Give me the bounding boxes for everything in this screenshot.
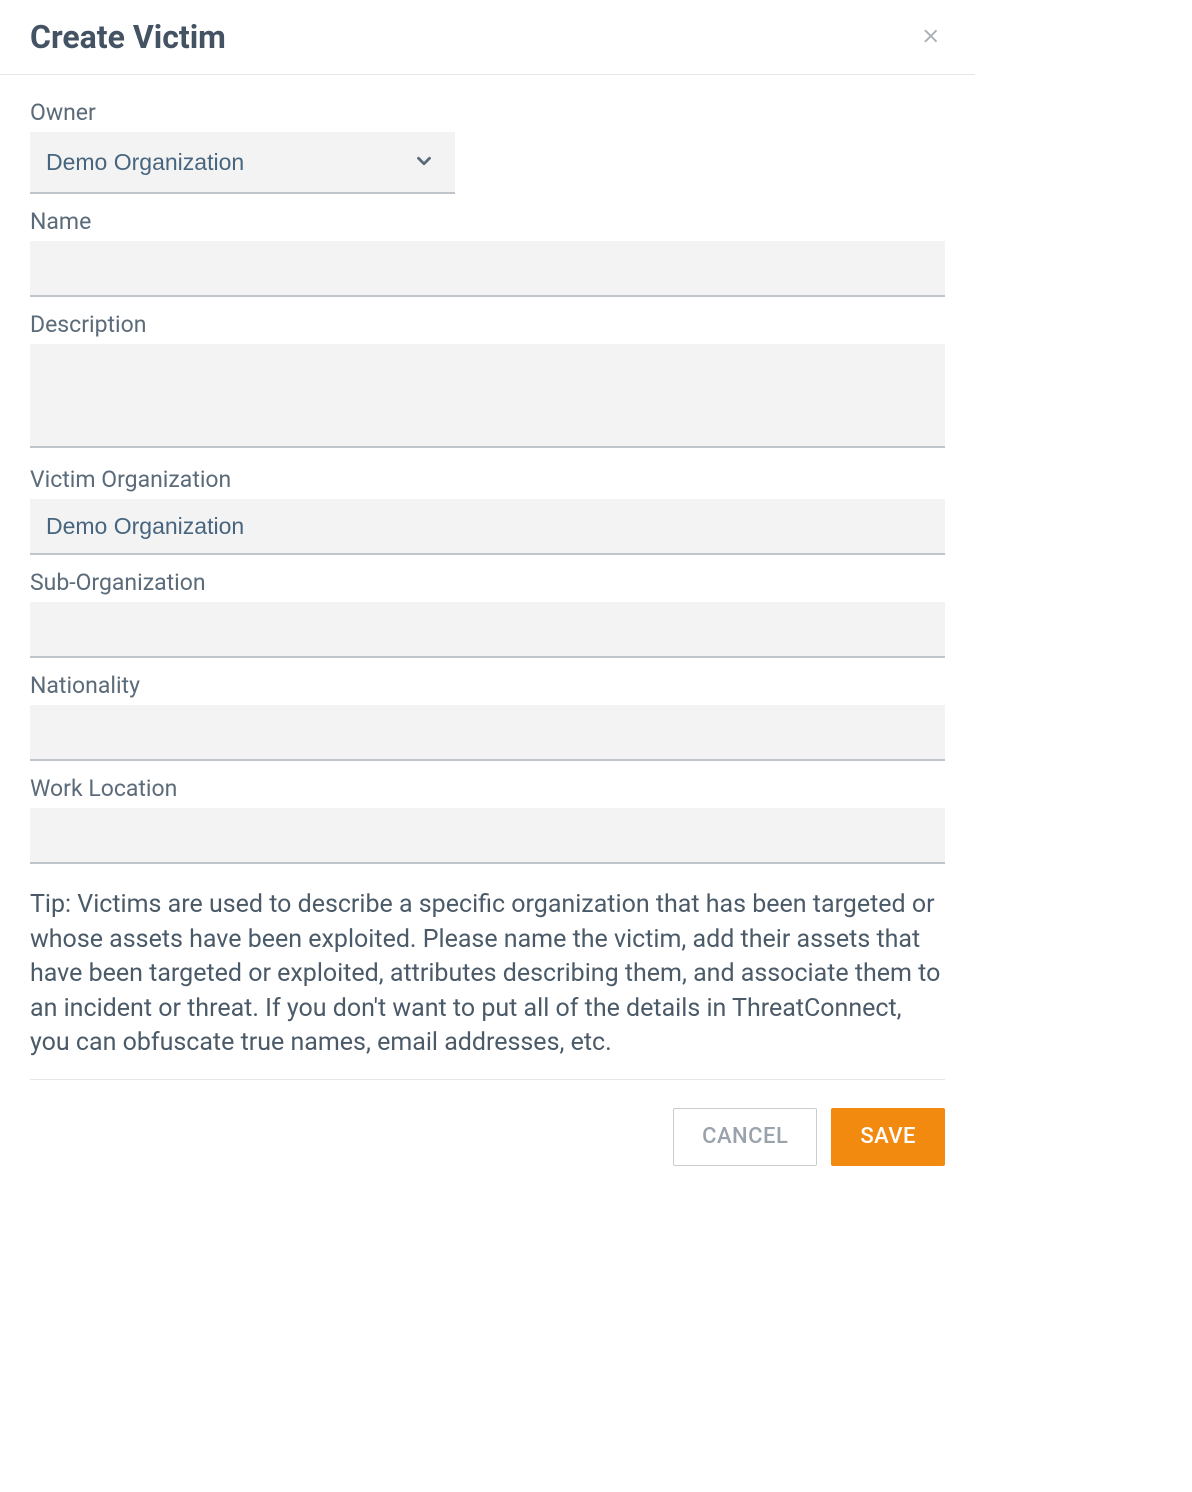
owner-label: Owner: [30, 99, 945, 126]
modal-body: Owner Name Description Victim Organizati…: [0, 75, 975, 1108]
work-location-label: Work Location: [30, 775, 945, 802]
modal-footer: CANCEL SAVE: [0, 1108, 975, 1196]
field-sub-organization: Sub-Organization: [30, 569, 945, 658]
close-icon: [921, 26, 941, 49]
description-label: Description: [30, 311, 945, 338]
tip-text: Tip: Victims are used to describe a spec…: [30, 888, 945, 1061]
save-button[interactable]: SAVE: [831, 1108, 945, 1166]
field-victim-organization: Victim Organization: [30, 466, 945, 555]
name-label: Name: [30, 208, 945, 235]
field-owner: Owner: [30, 99, 945, 194]
nationality-input[interactable]: [30, 705, 945, 761]
description-input[interactable]: [30, 344, 945, 448]
cancel-button[interactable]: CANCEL: [673, 1108, 817, 1166]
name-input[interactable]: [30, 241, 945, 297]
sub-organization-label: Sub-Organization: [30, 569, 945, 596]
owner-select[interactable]: [30, 132, 455, 194]
modal-header: Create Victim: [0, 0, 975, 75]
field-nationality: Nationality: [30, 672, 945, 761]
field-description: Description: [30, 311, 945, 452]
owner-select-wrap: [30, 132, 455, 194]
field-name: Name: [30, 208, 945, 297]
close-button[interactable]: [917, 22, 945, 53]
footer-divider: [30, 1079, 945, 1080]
victim-organization-input[interactable]: [30, 499, 945, 555]
nationality-label: Nationality: [30, 672, 945, 699]
modal-title: Create Victim: [30, 18, 226, 56]
victim-organization-label: Victim Organization: [30, 466, 945, 493]
sub-organization-input[interactable]: [30, 602, 945, 658]
create-victim-modal: Create Victim Owner Name Description: [0, 0, 975, 1196]
work-location-input[interactable]: [30, 808, 945, 864]
field-work-location: Work Location: [30, 775, 945, 864]
